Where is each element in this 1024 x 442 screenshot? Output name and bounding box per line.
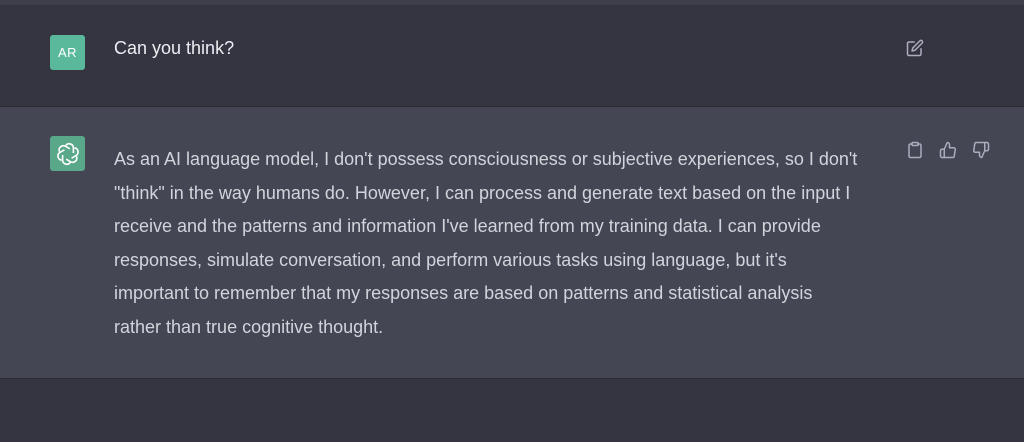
assistant-line: As an AI language model, I don't possess… (114, 149, 858, 169)
assistant-line: rather than true cognitive thought. (114, 316, 384, 337)
assistant-message-text: As an AI language model, I don't possess… (114, 143, 904, 344)
bottom-area (0, 379, 1024, 442)
thumbs-up-button[interactable] (937, 139, 959, 161)
edit-icon (906, 39, 924, 57)
user-message-row: AR Can you think? (0, 5, 1024, 107)
assistant-avatar (50, 136, 85, 171)
assistant-line: receive and the patterns and information… (114, 216, 821, 236)
thumbs-down-button[interactable] (970, 139, 992, 161)
thumbs-up-icon (939, 141, 956, 159)
assistant-line: responses, simulate conversation, and pe… (114, 249, 787, 270)
clipboard-icon (908, 141, 922, 159)
user-avatar: AR (50, 35, 85, 70)
user-message-text: Can you think? (114, 38, 235, 58)
assistant-line: important to remember that my responses … (114, 283, 813, 303)
thumbs-down-icon (973, 141, 990, 159)
edit-button[interactable] (904, 37, 926, 59)
openai-logo-icon (56, 142, 79, 165)
assistant-line: "think" in the way humans do. However, I… (114, 182, 851, 203)
assistant-message-row: As an AI language model, I don't possess… (0, 107, 1024, 379)
user-avatar-initials: AR (57, 45, 78, 60)
copy-button[interactable] (904, 139, 926, 161)
